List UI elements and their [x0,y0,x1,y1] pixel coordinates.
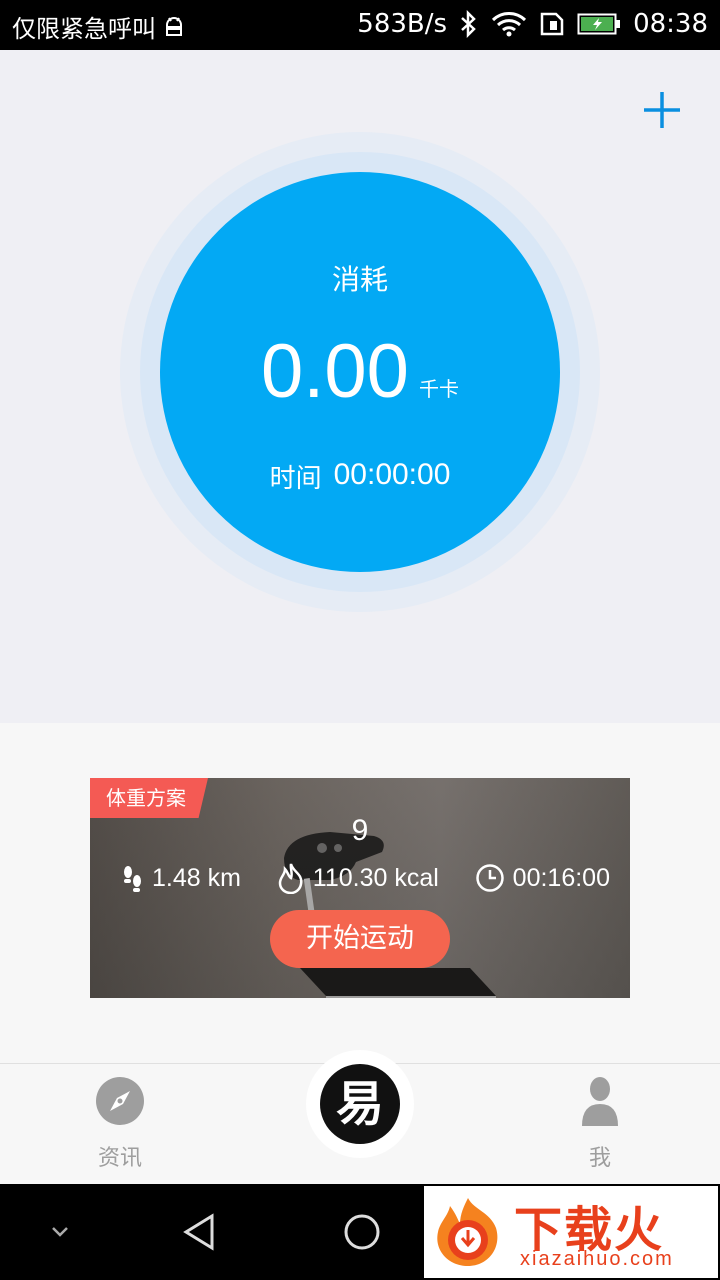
bluetooth-icon [459,10,479,38]
plan-card[interactable]: 体重方案 9 1.48 km 110.30 kcal 00:16:00 开始运动 [90,778,630,998]
distance-stat: 1.48 km [120,864,241,893]
calories-value: 110.30 kcal [312,863,439,892]
distance-value: 1.48 km [152,863,241,892]
status-right: 583B/s 08:38 [357,9,708,39]
add-button[interactable] [640,88,684,132]
calories-stat: 110.30 kcal [277,862,439,894]
person-icon [582,1077,618,1126]
sim-icon [539,11,565,37]
duration-value: 00:16:00 [512,863,610,892]
plan-section: 体重方案 9 1.48 km 110.30 kcal 00:16:00 开始运动 [0,723,720,1063]
start-workout-button[interactable]: 开始运动 [270,910,450,968]
net-speed: 583B/s [357,9,448,39]
center-button-wrap: 易 [306,1050,414,1158]
center-logo-text: 易 [335,1076,384,1132]
clock-time: 08:38 [633,9,708,39]
home-circle-icon [344,1214,380,1250]
bottom-nav: 资讯 易 我 [0,1050,720,1184]
nav-news[interactable]: 资讯 [60,1076,180,1172]
back-triangle-icon [183,1213,214,1251]
compass-icon [96,1077,144,1125]
calorie-value: 0.00 [261,329,409,414]
watermark: 下载火 xiazaihuo.com [424,1186,718,1278]
status-bar: 仅限紧急呼叫 583B/s 08:38 [0,0,720,50]
calorie-unit: 千卡 [418,377,459,401]
status-left: 仅限紧急呼叫 [12,9,186,44]
time-value: 00:00:00 [333,458,451,491]
nav-news-label: 资讯 [97,1146,142,1171]
home-button[interactable] [342,1212,382,1256]
consume-label: 消耗 [331,263,388,296]
nav-me-label: 我 [588,1146,611,1171]
calorie-circle: 消耗 0.00 千卡 时间 00:00:00 [160,172,560,572]
watermark-logo [437,1198,498,1266]
flame-icon [278,863,303,894]
hide-nav-button[interactable] [48,1220,72,1248]
duration-stat: 00:16:00 [475,863,610,893]
carrier-text: 仅限紧急呼叫 [12,15,156,43]
plan-tag: 体重方案 [90,778,208,818]
calorie-row: 0.00 千卡 [160,332,560,412]
plus-icon [644,92,680,128]
battery-icon [577,12,621,36]
wifi-icon [491,11,527,37]
clock-icon [475,864,504,892]
time-row: 时间 00:00:00 [160,458,560,495]
watermark-sub: xiazaihuo.com [520,1248,674,1270]
plan-stats: 1.48 km 110.30 kcal 00:16:00 [120,862,610,894]
workout-summary-area: 消耗 0.00 千卡 时间 00:00:00 [0,50,720,723]
nav-me[interactable]: 我 [540,1076,660,1172]
footsteps-icon [124,866,141,892]
center-logo-button[interactable]: 易 [320,1064,400,1144]
back-button[interactable] [180,1212,220,1256]
android-debug-icon [162,15,186,39]
plan-number: 9 [351,814,369,847]
time-label: 时间 [269,464,322,494]
chevron-down-icon [52,1227,68,1237]
